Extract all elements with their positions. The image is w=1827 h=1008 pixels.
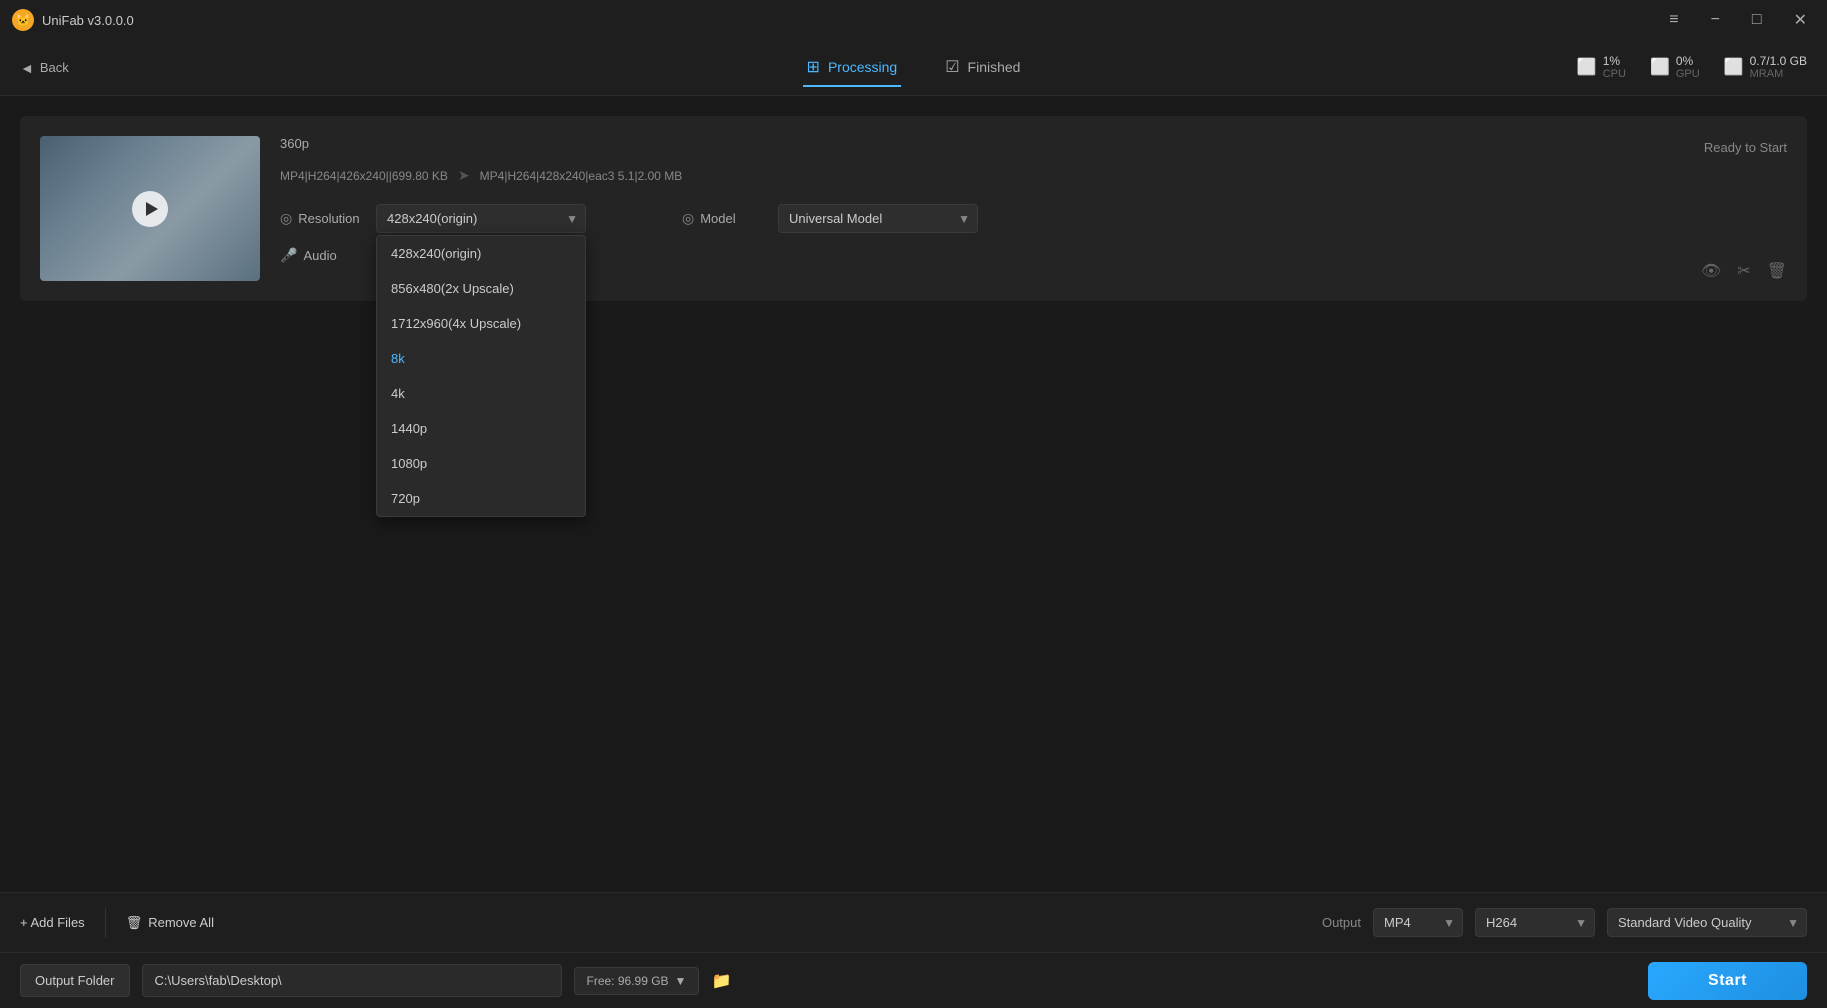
bottom-bar: + Add Files 🗑 Remove All Output MP4 MKV … — [0, 892, 1827, 952]
model-select-wrapper[interactable]: Universal Model ▼ — [778, 204, 978, 233]
menu-button[interactable]: ≡ — [1661, 7, 1686, 33]
format-arrow-icon: ➤ — [458, 167, 470, 184]
dropdown-item-1712x960[interactable]: 1712x960(4x Upscale) — [377, 306, 585, 341]
gpu-icon: ⬜ — [1650, 57, 1670, 77]
app-title: UniFab v3.0.0.0 — [42, 13, 134, 28]
video-card: 360p MP4|H264|426x240||699.80 KB ➤ MP4|H… — [20, 116, 1807, 301]
dropdown-item-4k[interactable]: 4k — [377, 376, 585, 411]
preview-icon[interactable]: 👁 — [1701, 261, 1721, 281]
main-content: 360p MP4|H264|426x240||699.80 KB ➤ MP4|H… — [0, 96, 1827, 892]
target-format: MP4|H264|428x240|eac3 5.1|2.00 MB — [480, 169, 683, 183]
gpu-value: 0% — [1676, 54, 1693, 68]
cpu-icon: ⬜ — [1577, 57, 1597, 77]
dropdown-item-1440p[interactable]: 1440p — [377, 411, 585, 446]
delete-icon[interactable]: 🗑 — [1767, 261, 1787, 281]
remove-all-button[interactable]: 🗑 Remove All — [126, 915, 214, 931]
dropdown-item-428x240[interactable]: 428x240(origin) — [377, 236, 585, 271]
maximize-button[interactable]: □ — [1744, 7, 1770, 33]
dropdown-item-856x480[interactable]: 856x480(2x Upscale) — [377, 271, 585, 306]
format-info: MP4|H264|426x240||699.80 KB ➤ MP4|H264|4… — [280, 167, 1787, 184]
dropdown-arrow-icon: ▼ — [675, 974, 687, 988]
headerbar: ◄ Back ⊞ Processing ☑ Finished ⬜ 1% CPU … — [0, 40, 1827, 96]
remove-all-label: Remove All — [148, 915, 214, 930]
gpu-label: GPU — [1676, 68, 1700, 81]
quality-select[interactable]: Standard Video Quality High Video Qualit… — [1607, 908, 1807, 937]
resolution-select-wrapper[interactable]: 428x240(origin) ▼ 428x240(origin) 856x48… — [376, 204, 586, 233]
close-button[interactable]: ✕ — [1786, 6, 1815, 34]
tab-processing[interactable]: ⊞ Processing — [803, 49, 902, 87]
output-folder-button[interactable]: Output Folder — [20, 964, 130, 997]
start-button[interactable]: Start — [1648, 962, 1807, 1000]
video-quality-label: 360p — [280, 136, 1787, 151]
gpu-stat: ⬜ 0% GPU — [1650, 54, 1700, 82]
titlebar-controls: ≡ − □ ✕ — [1661, 6, 1815, 34]
finished-tab-icon: ☑ — [945, 57, 959, 77]
processing-tab-label: Processing — [828, 59, 897, 75]
quality-select-wrapper[interactable]: Standard Video Quality High Video Qualit… — [1607, 908, 1807, 937]
audio-icon: 🎤 — [280, 247, 297, 264]
cpu-value: 1% — [1603, 54, 1620, 68]
cpu-label: CPU — [1603, 68, 1626, 81]
footer-bar: Output Folder Free: 96.99 GB ▼ 📁 Start — [0, 952, 1827, 1008]
cut-icon[interactable]: ✂ — [1737, 261, 1750, 281]
resolution-label-text: Resolution — [298, 211, 359, 226]
video-thumbnail — [40, 136, 260, 281]
tab-finished[interactable]: ☑ Finished — [941, 49, 1024, 87]
titlebar: 🐱 UniFab v3.0.0.0 ≡ − □ ✕ — [0, 0, 1827, 40]
back-label: Back — [40, 60, 69, 75]
nav-tabs: ⊞ Processing ☑ Finished — [803, 49, 1025, 87]
app-icon-emoji: 🐱 — [16, 13, 31, 27]
mram-stat: ⬜ 0.7/1.0 GB MRAM — [1724, 54, 1807, 82]
free-space-button[interactable]: Free: 96.99 GB ▼ — [574, 967, 700, 995]
format-select-wrapper[interactable]: MP4 MKV AVI MOV ▼ — [1373, 908, 1463, 937]
divider-1 — [105, 908, 106, 938]
app-icon: 🐱 — [12, 9, 34, 31]
model-label-text: Model — [700, 211, 735, 226]
audio-label: 🎤 Audio — [280, 247, 360, 264]
dropdown-item-8k[interactable]: 8k — [377, 341, 585, 376]
video-info: 360p MP4|H264|426x240||699.80 KB ➤ MP4|H… — [280, 136, 1787, 278]
minimize-button[interactable]: − — [1703, 7, 1728, 33]
resolution-dropdown-menu: 428x240(origin) 856x480(2x Upscale) 1712… — [376, 235, 586, 517]
format-select[interactable]: MP4 MKV AVI MOV — [1373, 908, 1463, 937]
resolution-row: ◎ Resolution 428x240(origin) ▼ 428x240(o… — [280, 204, 1787, 233]
codec-select-wrapper[interactable]: H264 H265 AV1 ▼ — [1475, 908, 1595, 937]
output-section: Output MP4 MKV AVI MOV ▼ H264 H265 AV1 ▼… — [1322, 908, 1807, 937]
add-files-button[interactable]: + Add Files — [20, 915, 85, 930]
mram-icon: ⬜ — [1724, 57, 1744, 77]
audio-label-text: Audio — [303, 248, 336, 263]
model-label: ◎ Model — [682, 210, 762, 227]
dropdown-item-720p[interactable]: 720p — [377, 481, 585, 516]
model-select[interactable]: Universal Model — [778, 204, 978, 233]
back-arrow-icon: ◄ — [20, 60, 34, 76]
system-stats: ⬜ 1% CPU ⬜ 0% GPU ⬜ 0.7/1.0 GB MRAM — [1577, 54, 1807, 82]
resolution-icon: ◎ — [280, 210, 292, 227]
model-icon: ◎ — [682, 210, 694, 227]
mram-label: MRAM — [1750, 68, 1784, 81]
resolution-select[interactable]: 428x240(origin) — [376, 204, 586, 233]
processing-tab-icon: ⊞ — [807, 57, 820, 77]
play-button[interactable] — [132, 191, 168, 227]
folder-path-input[interactable] — [142, 964, 562, 997]
codec-select[interactable]: H264 H265 AV1 — [1475, 908, 1595, 937]
dropdown-item-1080p[interactable]: 1080p — [377, 446, 585, 481]
cpu-stat: ⬜ 1% CPU — [1577, 54, 1626, 82]
free-space-value: Free: 96.99 GB — [587, 974, 669, 988]
ready-status: Ready to Start — [1704, 140, 1787, 155]
finished-tab-label: Finished — [968, 59, 1021, 75]
card-actions: 👁 ✂ 🗑 — [1701, 261, 1787, 281]
resolution-label: ◎ Resolution — [280, 210, 360, 227]
source-format: MP4|H264|426x240||699.80 KB — [280, 169, 448, 183]
output-label: Output — [1322, 915, 1361, 930]
mram-value: 0.7/1.0 GB — [1750, 54, 1807, 68]
browse-folder-icon[interactable]: 📁 — [711, 971, 731, 991]
trash-icon: 🗑 — [126, 915, 143, 931]
back-button[interactable]: ◄ Back — [20, 60, 69, 76]
